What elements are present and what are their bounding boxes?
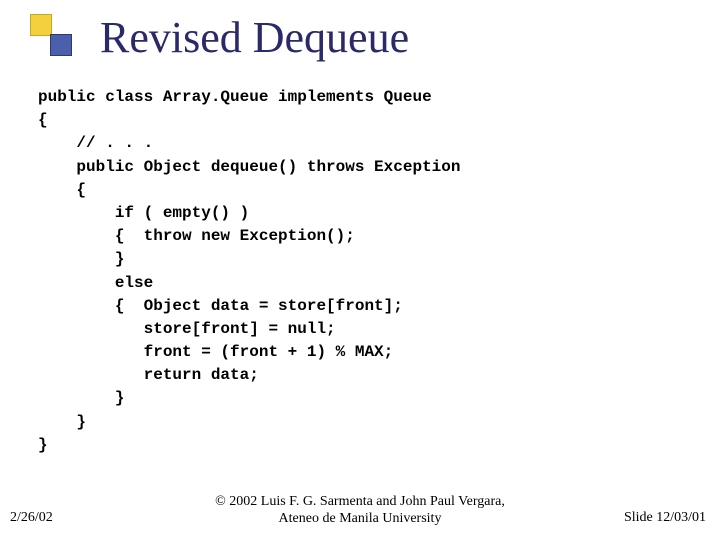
footer-copyright: © 2002 Luis F. G. Sarmenta and John Paul… bbox=[0, 494, 720, 528]
title-decoration-yellow bbox=[30, 14, 52, 36]
slide-title: Revised Dequeue bbox=[100, 12, 409, 63]
title-decoration-blue bbox=[50, 34, 72, 56]
code-block: public class Array.Queue implements Queu… bbox=[38, 86, 460, 457]
footer-slide-number: Slide 12/03/01 bbox=[624, 510, 706, 526]
footer-copyright-line2: Ateneo de Manila University bbox=[279, 511, 442, 526]
footer-copyright-line1: © 2002 Luis F. G. Sarmenta and John Paul… bbox=[215, 494, 505, 509]
